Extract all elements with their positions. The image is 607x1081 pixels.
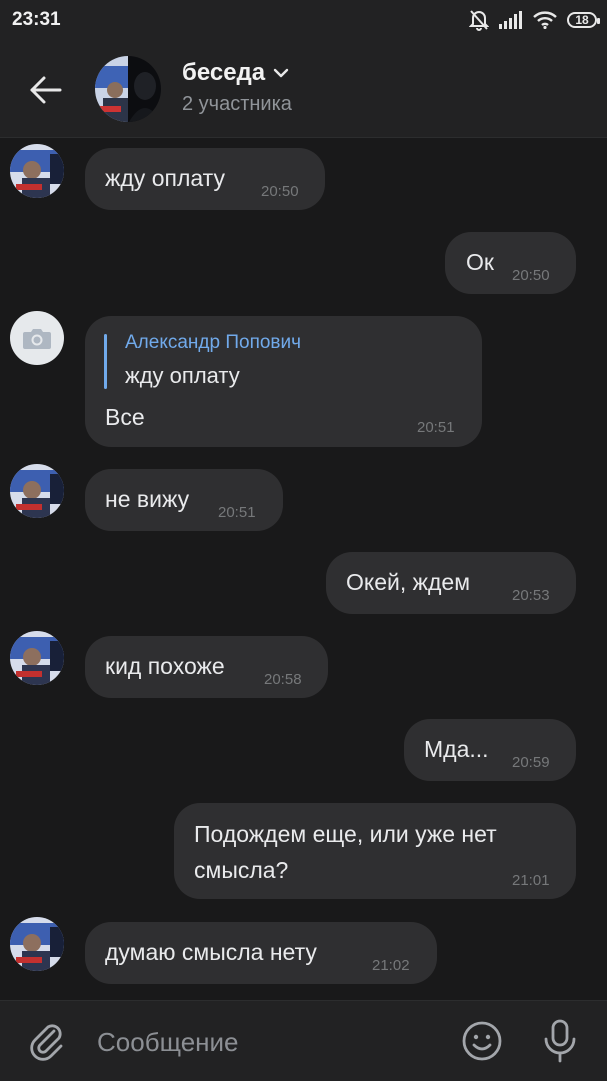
message-text-line2: смысла? bbox=[194, 857, 289, 883]
message-time: 20:59 bbox=[512, 754, 550, 771]
microphone-icon[interactable] bbox=[540, 1018, 580, 1064]
sender-avatar[interactable] bbox=[10, 631, 64, 685]
message-text: думаю смысла нету bbox=[105, 939, 317, 965]
message-list[interactable]: жду оплату 20:50 Ок 20:50 Александр Попо… bbox=[0, 138, 607, 1000]
message-time: 20:51 bbox=[417, 419, 455, 436]
message-bubble[interactable]: кид похоже 20:58 bbox=[85, 636, 328, 698]
message-input[interactable]: Сообщение bbox=[97, 1027, 239, 1058]
message-time: 20:53 bbox=[512, 587, 550, 604]
status-time: 23:31 bbox=[12, 9, 61, 30]
message-bubble[interactable]: не вижу 20:51 bbox=[85, 469, 283, 531]
message-text: не вижу bbox=[105, 486, 190, 512]
sender-avatar[interactable] bbox=[10, 144, 64, 198]
sender-avatar[interactable] bbox=[10, 917, 64, 971]
message-text: Мда... bbox=[424, 736, 489, 762]
message-composer: Сообщение bbox=[0, 1000, 607, 1081]
message-time: 21:01 bbox=[512, 872, 550, 889]
chat-avatar-image bbox=[95, 56, 161, 122]
reply-indicator bbox=[104, 334, 107, 389]
chevron-down-icon bbox=[273, 68, 289, 78]
wifi-icon bbox=[533, 11, 557, 29]
message-bubble[interactable]: Подождем еще, или уже нет смысла? 21:01 bbox=[174, 803, 576, 899]
reply-author[interactable]: Александр Попович bbox=[125, 332, 301, 354]
message-bubble[interactable]: Александр Попович жду оплату Все 20:51 bbox=[85, 316, 482, 447]
status-bar: 23:31 18 bbox=[0, 0, 607, 40]
message-bubble[interactable]: думаю смысла нету 21:02 bbox=[85, 922, 437, 984]
message-text: Окей, ждем bbox=[346, 569, 471, 595]
message-time: 20:50 bbox=[261, 183, 299, 200]
chat-title-text: беседа bbox=[182, 59, 266, 86]
message-bubble[interactable]: Ок 20:50 bbox=[445, 232, 576, 294]
message-time: 21:02 bbox=[372, 957, 410, 974]
participants-count: 2 участника bbox=[182, 93, 292, 115]
bell-off-icon bbox=[469, 10, 489, 31]
status-icons: 18 bbox=[469, 8, 600, 32]
paperclip-icon[interactable] bbox=[26, 1019, 68, 1061]
message-bubble[interactable]: Мда... 20:59 bbox=[404, 719, 576, 781]
reply-text: жду оплату bbox=[125, 363, 240, 388]
message-text: кид похоже bbox=[105, 653, 225, 679]
message-text: Все bbox=[105, 404, 145, 430]
message-bubble[interactable]: Окей, ждем 20:53 bbox=[326, 552, 576, 614]
chat-header: беседа 2 участника bbox=[0, 40, 607, 138]
sender-avatar[interactable] bbox=[10, 464, 64, 518]
message-bubble[interactable]: жду оплату 20:50 bbox=[85, 148, 325, 210]
message-text: Ок bbox=[466, 249, 494, 275]
signal-icon bbox=[499, 11, 522, 29]
chat-avatar[interactable] bbox=[95, 56, 161, 122]
message-time: 20:51 bbox=[218, 504, 256, 521]
message-text: жду оплату bbox=[105, 165, 225, 191]
emoji-icon[interactable] bbox=[461, 1020, 503, 1062]
message-text-line1: Подождем еще, или уже нет bbox=[194, 821, 497, 847]
camera-icon bbox=[23, 329, 51, 349]
message-time: 20:50 bbox=[512, 267, 550, 284]
chat-title[interactable]: беседа bbox=[182, 59, 289, 87]
back-arrow-icon[interactable] bbox=[26, 70, 66, 110]
message-time: 20:58 bbox=[264, 671, 302, 688]
battery-icon: 18 bbox=[567, 12, 600, 28]
sender-avatar[interactable] bbox=[10, 311, 64, 365]
